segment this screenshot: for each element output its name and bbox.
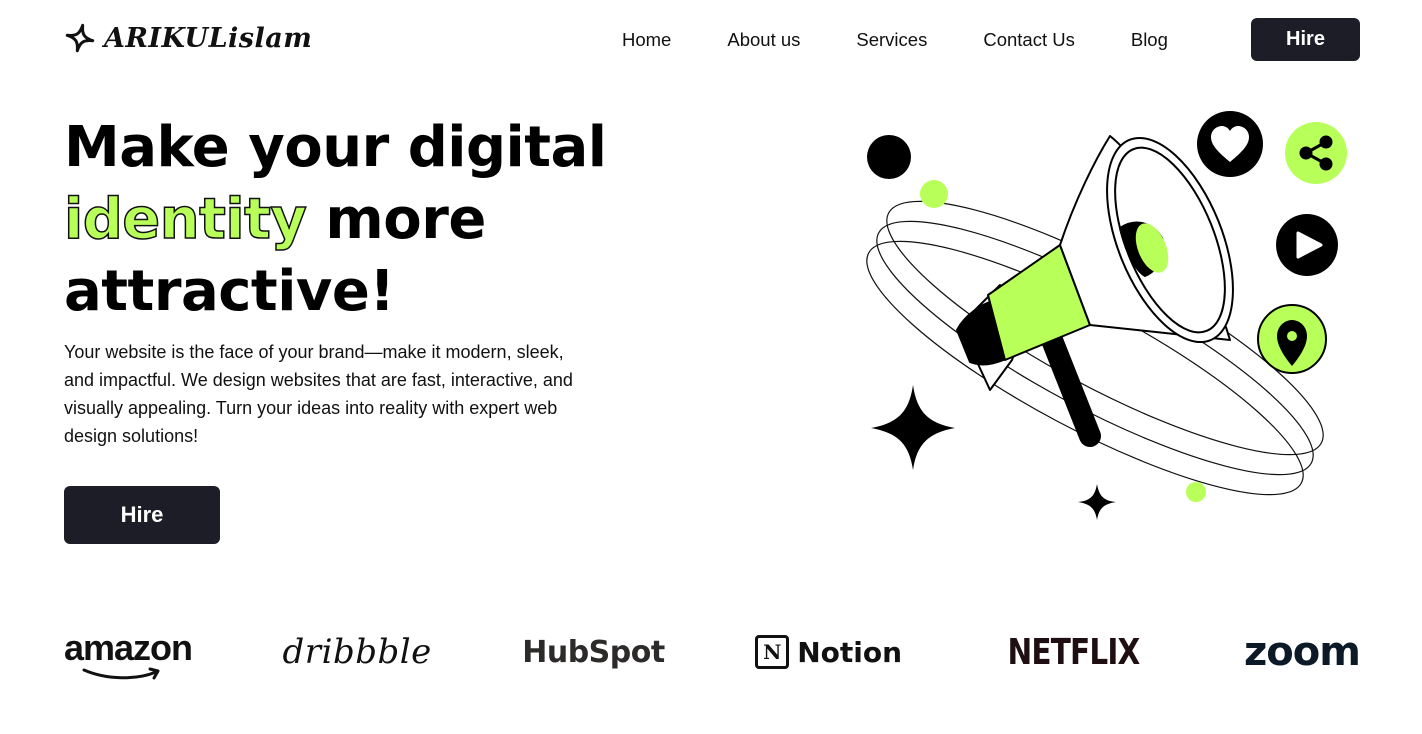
megaphone-illustration [866, 111, 1347, 520]
play-bubble [1276, 214, 1338, 276]
brand-netflix-text: NETFLIX [1007, 631, 1140, 673]
brand-logo-zoom: zoom [1244, 629, 1361, 675]
header-hire-button[interactable]: Hire [1251, 18, 1360, 61]
location-bubble [1257, 304, 1327, 374]
hero-hire-button[interactable]: Hire [64, 486, 220, 544]
nav-contact-link[interactable]: Contact Us [983, 28, 1075, 52]
nav-services-link[interactable]: Services [856, 28, 927, 52]
headline-accent: identity [63, 186, 307, 253]
brand-logo-hubspot: HubSpot [522, 634, 665, 670]
brand-logos-row: amazon dribbble HubSpot N Notion NETFLIX… [64, 622, 1361, 682]
hero-description: Your website is the face of your brand—m… [64, 342, 573, 446]
logo-text: ARIKULislam [104, 22, 313, 54]
brand-logo-amazon: amazon [64, 627, 193, 680]
site-logo[interactable]: ARIKULislam [64, 22, 312, 54]
green-dot-small [1186, 482, 1206, 502]
headline-part1: Make your digital [64, 115, 607, 180]
brand-notion-text: Notion [797, 635, 903, 669]
share-bubble [1285, 122, 1347, 184]
notion-icon: N [755, 635, 790, 669]
brand-amazon-text: amazon [64, 627, 193, 668]
hero-headline: Make your digital identity more attracti… [63, 112, 664, 328]
nav-blog-link[interactable]: Blog [1131, 28, 1168, 52]
amazon-smile-icon [82, 667, 160, 680]
black-dot [867, 135, 911, 179]
nav-home-link[interactable]: Home [622, 28, 671, 52]
brand-logo-notion: N Notion [755, 635, 902, 669]
brand-logo-netflix: NETFLIX [1007, 631, 1140, 673]
sparkle-star-icon [871, 385, 955, 470]
sparkle-star-icon [1078, 484, 1116, 520]
nav-about-link[interactable]: About us [727, 28, 800, 52]
brand-dribbble-text: dribbble [282, 632, 432, 672]
main-nav: Home About us Services Contact Us Blog [622, 28, 1168, 52]
sparkle-outline-icon [65, 23, 95, 53]
brand-hubspot-text: HubSpot [522, 634, 665, 670]
brand-zoom-text: zoom [1244, 629, 1361, 675]
brand-logo-dribbble: dribbble [283, 632, 432, 672]
green-dot [920, 180, 948, 208]
heart-bubble [1197, 111, 1263, 177]
